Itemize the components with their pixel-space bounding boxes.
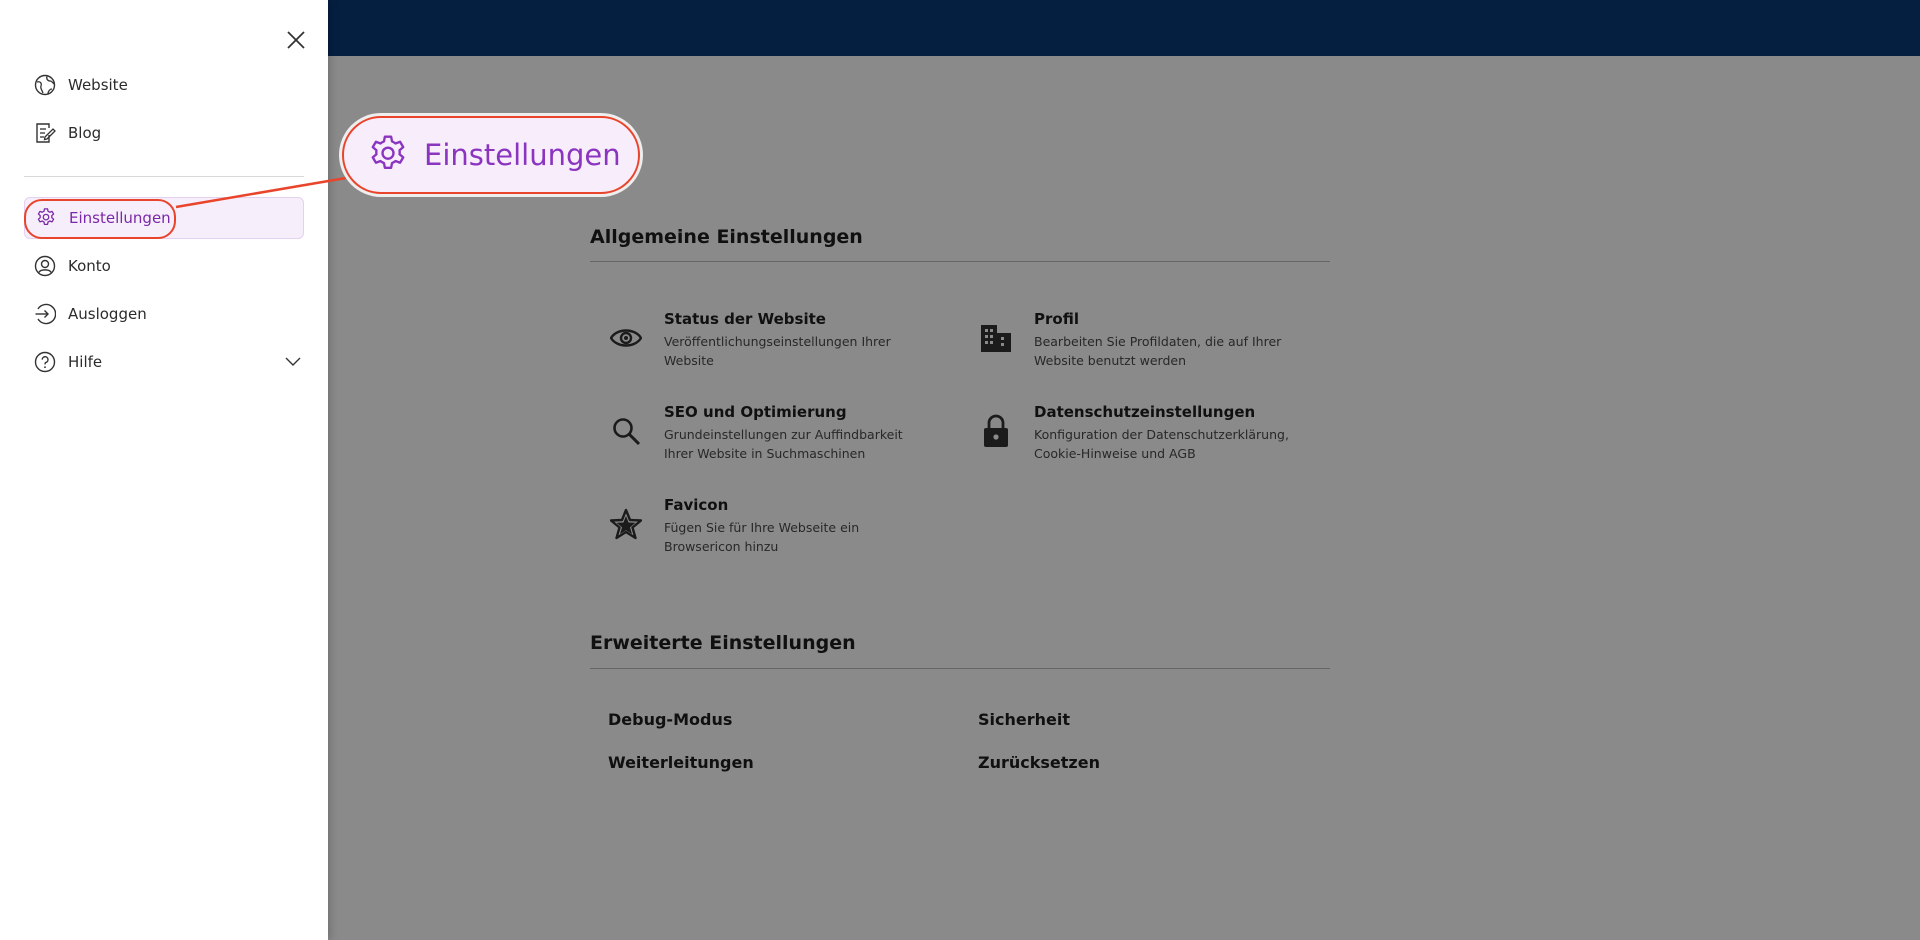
gear-icon [366,133,410,177]
nav-item-label: Konto [68,257,111,275]
document-edit-icon [34,122,56,144]
nav-item-website[interactable]: Website [24,64,304,106]
nav-item-label: Ausloggen [68,305,147,323]
nav-item-account[interactable]: Konto [24,245,304,287]
nav-item-logout[interactable]: Ausloggen [24,293,304,335]
nav-item-label: Website [68,76,128,94]
highlight-ring [24,199,176,239]
globe-icon [34,74,56,96]
nav-item-blog[interactable]: Blog [24,112,304,154]
help-circle-icon [34,351,56,373]
logout-icon [34,303,56,325]
zoom-callout: Einstellungen [342,116,640,194]
nav-item-label: Blog [68,124,102,142]
navigation-drawer: Website Blog Einstellungen Konto Auslogg… [0,0,328,940]
callout-label: Einstellungen [424,138,621,172]
user-circle-icon [34,255,56,277]
nav-item-help[interactable]: Hilfe [24,341,304,383]
close-button[interactable] [282,28,310,56]
nav-divider [24,176,304,177]
chevron-down-icon[interactable] [282,351,304,373]
nav-item-label: Hilfe [68,353,103,371]
close-icon [287,31,305,53]
